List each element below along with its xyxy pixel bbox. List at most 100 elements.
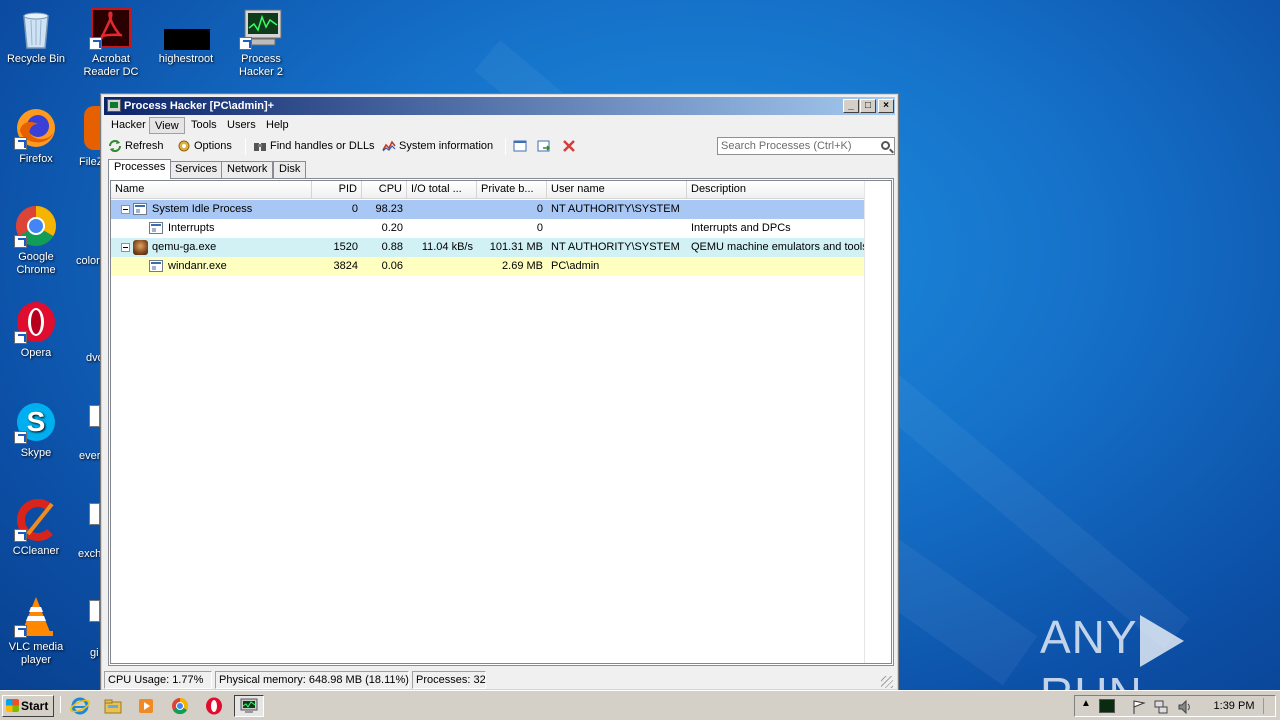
- qemu-process-icon: [133, 240, 148, 255]
- desktop-icon-partial[interactable]: [89, 503, 100, 525]
- icon-label: Process: [241, 53, 281, 65]
- chrome-icon: [14, 204, 58, 248]
- menu-bar: Hacker View Tools Users Help: [104, 116, 895, 134]
- desktop-icon-chrome[interactable]: Google Chrome: [0, 204, 72, 277]
- table-row[interactable]: qemu-ga.exe 1520 0.88 11.04 kB/s 101.31 …: [111, 238, 866, 257]
- menu-tools[interactable]: Tools: [186, 117, 222, 134]
- desktop-icon-partial-label: exch: [78, 548, 102, 560]
- table-row[interactable]: System Idle Process 0 98.23 0 NT AUTHORI…: [111, 200, 866, 219]
- internet-explorer-icon[interactable]: [70, 696, 90, 716]
- desktop-icon-partial[interactable]: [89, 600, 100, 622]
- find-handles-button[interactable]: Find handles or DLLs: [251, 137, 375, 155]
- column-user-name[interactable]: User name: [547, 181, 687, 199]
- title-bar[interactable]: Process Hacker [PC\admin]+ _ □ ×: [104, 97, 895, 115]
- desktop-icon-ccleaner[interactable]: CCleaner: [0, 498, 72, 558]
- table-row[interactable]: windanr.exe 3824 0.06 2.69 MB PC\admin: [111, 257, 866, 276]
- open-window-button[interactable]: [535, 137, 551, 155]
- icon-label: Hacker 2: [238, 66, 284, 78]
- desktop-icon-process-hacker[interactable]: Process Hacker 2: [225, 6, 297, 79]
- cell-name: windanr.exe: [168, 260, 227, 272]
- desktop-icon-opera[interactable]: Opera: [0, 300, 72, 360]
- process-hacker-taskbar-button[interactable]: [234, 695, 264, 717]
- cell-description: [687, 257, 866, 276]
- collapse-icon[interactable]: [121, 243, 130, 252]
- clock[interactable]: 1:39 PM: [1209, 696, 1259, 716]
- icon-label: Recycle Bin: [6, 53, 66, 65]
- desktop-icon-partial[interactable]: [89, 405, 100, 427]
- desktop-icon-vlc[interactable]: VLC media player: [0, 594, 72, 667]
- desktop-icon-partial[interactable]: [84, 106, 100, 150]
- media-player-icon[interactable]: [136, 696, 156, 716]
- column-pid[interactable]: PID: [312, 181, 362, 199]
- options-button[interactable]: Options: [175, 137, 232, 155]
- desktop-icon-firefox[interactable]: Firefox: [0, 106, 72, 166]
- cell-user: [547, 219, 687, 238]
- column-private-bytes[interactable]: Private b...: [477, 181, 547, 199]
- vertical-scrollbar[interactable]: [864, 181, 891, 663]
- terminate-button[interactable]: [560, 137, 576, 155]
- table-row[interactable]: Interrupts 0.20 0 Interrupts and DPCs: [111, 219, 866, 238]
- cell-io: [407, 257, 477, 276]
- process-tree[interactable]: Name PID CPU I/O total ... Private b... …: [110, 180, 892, 664]
- binoculars-icon: [254, 143, 266, 151]
- cell-cpu: 98.23: [375, 203, 403, 215]
- shortcut-arrow-icon: [89, 37, 102, 50]
- menu-hacker[interactable]: Hacker: [106, 117, 151, 134]
- tab-services[interactable]: Services: [169, 161, 224, 178]
- icon-label: highestroot: [158, 53, 214, 65]
- tab-processes[interactable]: Processes: [108, 159, 172, 179]
- process-hacker-window[interactable]: Process Hacker [PC\admin]+ _ □ × Hacker …: [100, 93, 899, 691]
- network-icon[interactable]: [1153, 699, 1169, 715]
- cell-cpu: 0.20: [381, 222, 403, 234]
- start-button[interactable]: Start: [2, 695, 54, 717]
- file-explorer-icon[interactable]: [103, 696, 123, 716]
- cell-io: 11.04 kB/s: [421, 241, 473, 253]
- status-cpu-usage: CPU Usage: 1.77%: [104, 671, 212, 689]
- system-information-button[interactable]: System information: [380, 137, 493, 155]
- column-cpu[interactable]: CPU: [362, 181, 407, 199]
- close-button[interactable]: ×: [878, 99, 894, 113]
- menu-view[interactable]: View: [149, 117, 185, 134]
- maximize-button[interactable]: □: [860, 99, 876, 113]
- status-physical-memory: Physical memory: 648.98 MB (18.11%): [215, 671, 409, 689]
- chrome-taskbar-icon[interactable]: [170, 696, 190, 716]
- icon-label: Google: [18, 251, 54, 263]
- column-description[interactable]: Description: [687, 181, 866, 199]
- column-io-total[interactable]: I/O total ...: [407, 181, 477, 199]
- tab-disk[interactable]: Disk: [273, 161, 307, 178]
- process-icon: [149, 222, 163, 234]
- window-button[interactable]: [511, 137, 527, 155]
- toolbar-separator: [505, 138, 506, 155]
- cell-pid: [312, 219, 362, 238]
- menu-help[interactable]: Help: [261, 117, 294, 134]
- collapse-icon[interactable]: [121, 205, 130, 214]
- process-hacker-tray-icon[interactable]: [1099, 699, 1115, 713]
- cell-private: 2.69 MB: [502, 260, 543, 272]
- column-name[interactable]: Name: [111, 181, 312, 199]
- desktop-icon-highestroot[interactable]: highestroot: [150, 6, 222, 66]
- toolbar: Refresh Options Find handles or DLLs Sys…: [104, 135, 895, 157]
- refresh-icon: [109, 140, 121, 152]
- close-icon: [563, 140, 575, 152]
- show-hidden-icons-button[interactable]: ▲: [1081, 698, 1091, 709]
- minimize-button[interactable]: _: [843, 99, 859, 113]
- desktop-icon-skype[interactable]: S Skype: [0, 400, 72, 460]
- resize-grip[interactable]: [881, 676, 893, 688]
- start-label: Start: [21, 699, 49, 713]
- shortcut-arrow-icon: [14, 331, 27, 344]
- opera-taskbar-icon[interactable]: [204, 696, 224, 716]
- menu-users[interactable]: Users: [222, 117, 261, 134]
- refresh-button[interactable]: Refresh: [106, 137, 164, 155]
- skype-icon: S: [14, 400, 58, 444]
- show-desktop-button[interactable]: [1263, 698, 1273, 714]
- cell-user: PC\admin: [551, 260, 600, 272]
- cell-name: Interrupts: [168, 222, 215, 234]
- desktop-icon-acrobat[interactable]: Acrobat Reader DC: [75, 6, 147, 79]
- search-processes-input[interactable]: Search Processes (Ctrl+K): [717, 137, 895, 155]
- opera-icon: [14, 300, 58, 344]
- tab-network[interactable]: Network: [221, 161, 274, 178]
- volume-icon[interactable]: [1177, 699, 1193, 715]
- desktop-icon-recycle-bin[interactable]: Recycle Bin: [0, 6, 72, 66]
- firefox-icon: [14, 106, 58, 150]
- flag-icon[interactable]: [1131, 699, 1147, 715]
